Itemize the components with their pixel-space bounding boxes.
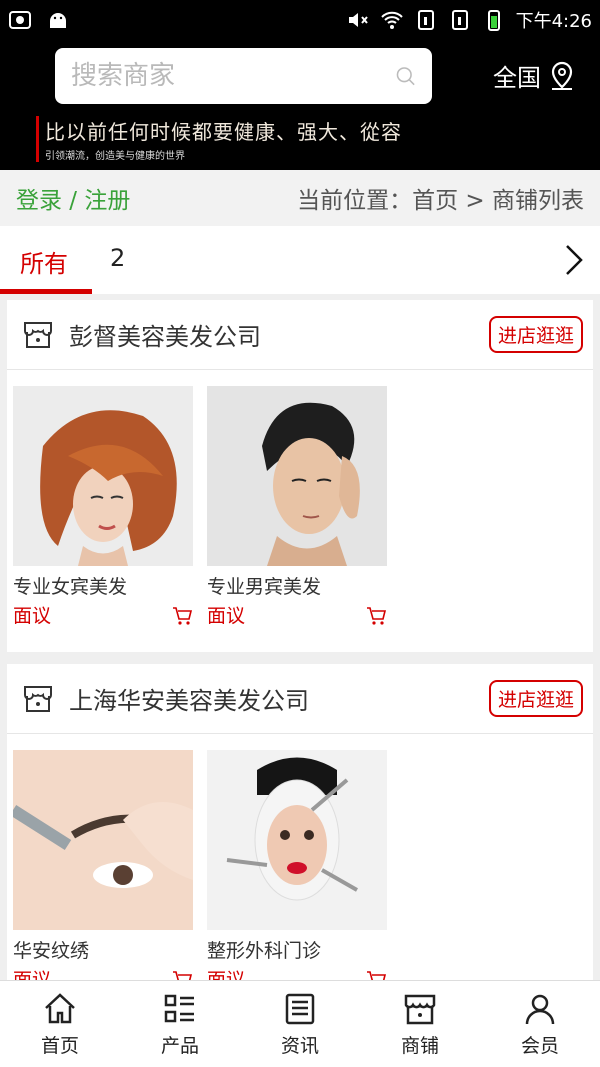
search-icon[interactable] [395,59,416,93]
nav-member[interactable]: 会员 [480,981,600,1067]
search-box[interactable] [55,48,432,104]
product-price: 面议 [207,605,246,627]
banner-title: 比以前任何时候都要健康、强大、從容 [45,120,402,144]
product-item[interactable]: 专业男宾美发 面议 [207,386,387,628]
visit-shop-button[interactable]: 进店逛逛 [488,316,583,353]
nav-label: 会员 [520,1035,559,1057]
active-tab-indicator [0,289,92,294]
tab-bar: 所有 2 [0,226,600,294]
home-icon [45,993,75,1024]
battery-icon [487,10,500,31]
wifi-icon [380,11,403,29]
login-register-link[interactable]: 登录 / 注册 [16,181,130,215]
shop-name[interactable]: 上海华安美容美发公司 [69,681,309,716]
visit-shop-button[interactable]: 进店逛逛 [488,680,583,717]
product-photo-woman-hair[interactable] [13,386,193,566]
product-photo-plastic-surgery[interactable] [207,750,387,930]
search-input[interactable] [71,61,395,91]
product-photo-brow-tattoo[interactable] [13,750,193,930]
sim1-icon [417,10,434,30]
tab-2[interactable]: 2 [110,244,125,272]
tab-all[interactable]: 所有 [20,244,68,279]
shop-card: 彭督美容美发公司 进店逛逛 专业女宾美发 面议 专业男宾美发 面议 [7,300,593,652]
banner-subtitle: 引领潮流，创造美与健康的世界 [45,151,185,162]
product-item[interactable]: 专业女宾美发 面议 [13,386,193,628]
store-icon [24,685,52,712]
header: 全国 比以前任何时候都要健康、强大、從容 引领潮流，创造美与健康的世界 [0,40,600,170]
breadcrumb: 当前位置：首页 > 商铺列表 [297,188,584,214]
product-photo-man-hair[interactable] [207,386,387,566]
region-selector[interactable]: 全国 [493,58,577,93]
android-icon [50,13,66,28]
status-bar: 下午4:26 [0,0,600,40]
nav-home[interactable]: 首页 [0,981,120,1067]
screenshot-icon [9,11,31,29]
product-list: 华安纹绣 面议 整形外科门诊 面议 [7,734,593,992]
product-item[interactable]: 华安纹绣 面议 [13,750,193,992]
product-price: 面议 [13,605,52,627]
bottom-nav: 首页 产品 资讯 商铺 会员 [0,980,600,1067]
status-time: 下午4:26 [515,11,592,32]
news-icon [285,993,315,1025]
promo-banner: 比以前任何时候都要健康、强大、從容 引领潮流，创造美与健康的世界 [36,116,402,162]
region-label: 全国 [493,64,541,92]
nav-news[interactable]: 资讯 [240,981,360,1067]
cart-icon[interactable] [365,604,387,626]
nav-label: 资讯 [280,1035,319,1057]
product-list: 专业女宾美发 面议 专业男宾美发 面议 [7,370,593,628]
nav-label: 产品 [160,1035,199,1057]
mute-icon [348,13,368,27]
nav-stores[interactable]: 商铺 [360,981,480,1067]
sim2-icon [451,10,468,30]
list-icon [164,994,194,1023]
store-icon [24,321,52,348]
nav-products[interactable]: 产品 [120,981,240,1067]
user-icon [525,994,555,1025]
shop-name[interactable]: 彭督美容美发公司 [69,317,261,352]
nav-label: 商铺 [400,1035,439,1057]
product-item[interactable]: 整形外科门诊 面议 [207,750,387,992]
nav-label: 首页 [40,1035,79,1057]
product-title: 整形外科门诊 [207,940,322,962]
product-title: 专业女宾美发 [13,576,128,598]
location-pin-icon [551,61,573,90]
cart-icon[interactable] [171,604,193,626]
shop-header: 上海华安美容美发公司 进店逛逛 [7,664,593,734]
shop-card: 上海华安美容美发公司 进店逛逛 华安纹绣 面议 [7,664,593,991]
shop-header: 彭督美容美发公司 进店逛逛 [7,300,593,370]
store-icon [404,994,436,1025]
product-title: 专业男宾美发 [207,576,322,598]
chevron-right-icon[interactable] [562,242,586,278]
product-title: 华安纹绣 [13,940,90,962]
breadcrumb-bar: 登录 / 注册 当前位置：首页 > 商铺列表 [0,170,600,226]
